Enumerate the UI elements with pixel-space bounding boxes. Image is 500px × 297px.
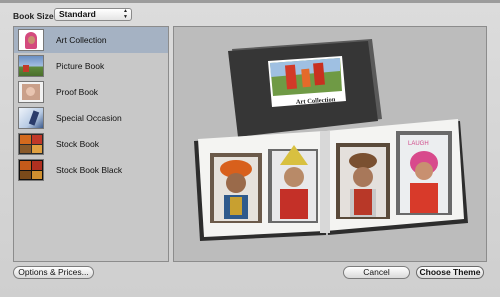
theme-label: Art Collection: [56, 35, 107, 45]
stock-book-thumbnail: [18, 133, 44, 155]
book-preview-image: Art Collection LAUGH: [194, 39, 468, 241]
picture-book-thumbnail: [18, 55, 44, 77]
theme-item-stock-book[interactable]: Stock Book: [14, 131, 168, 157]
theme-label: Special Occasion: [56, 113, 122, 123]
stock-book-black-thumbnail: [18, 159, 44, 181]
theme-item-picture-book[interactable]: Picture Book: [14, 53, 168, 79]
page-text: LAUGH: [408, 141, 429, 147]
theme-list[interactable]: Art Collection Picture Book Proof Book S…: [13, 26, 169, 262]
book-size-dropdown[interactable]: Standard ▲ ▼: [54, 8, 132, 21]
cancel-button[interactable]: Cancel: [343, 266, 410, 279]
book-cover: Art Collection: [228, 39, 382, 137]
choose-theme-button[interactable]: Choose Theme: [416, 266, 484, 279]
art-collection-thumbnail: [18, 29, 44, 51]
proof-book-thumbnail: [18, 81, 44, 103]
theme-item-art-collection[interactable]: Art Collection: [14, 27, 168, 53]
window-top-edge: [0, 0, 500, 3]
options-prices-button[interactable]: Options & Prices...: [13, 266, 94, 279]
book-size-label: Book Size:: [13, 11, 57, 21]
special-occasion-thumbnail: [18, 107, 44, 129]
open-book: LAUGH: [194, 119, 468, 241]
theme-item-stock-book-black[interactable]: Stock Book Black: [14, 157, 168, 183]
theme-label: Picture Book: [56, 61, 105, 71]
dropdown-arrows-icon: ▲ ▼: [123, 8, 128, 20]
theme-preview-panel: Art Collection LAUGH: [173, 26, 487, 262]
theme-item-special-occasion[interactable]: Special Occasion: [14, 105, 168, 131]
book-size-value: Standard: [59, 9, 96, 19]
theme-label: Stock Book: [56, 139, 99, 149]
theme-item-proof-book[interactable]: Proof Book: [14, 79, 168, 105]
theme-label: Proof Book: [56, 87, 99, 97]
theme-label: Stock Book Black: [56, 165, 123, 175]
